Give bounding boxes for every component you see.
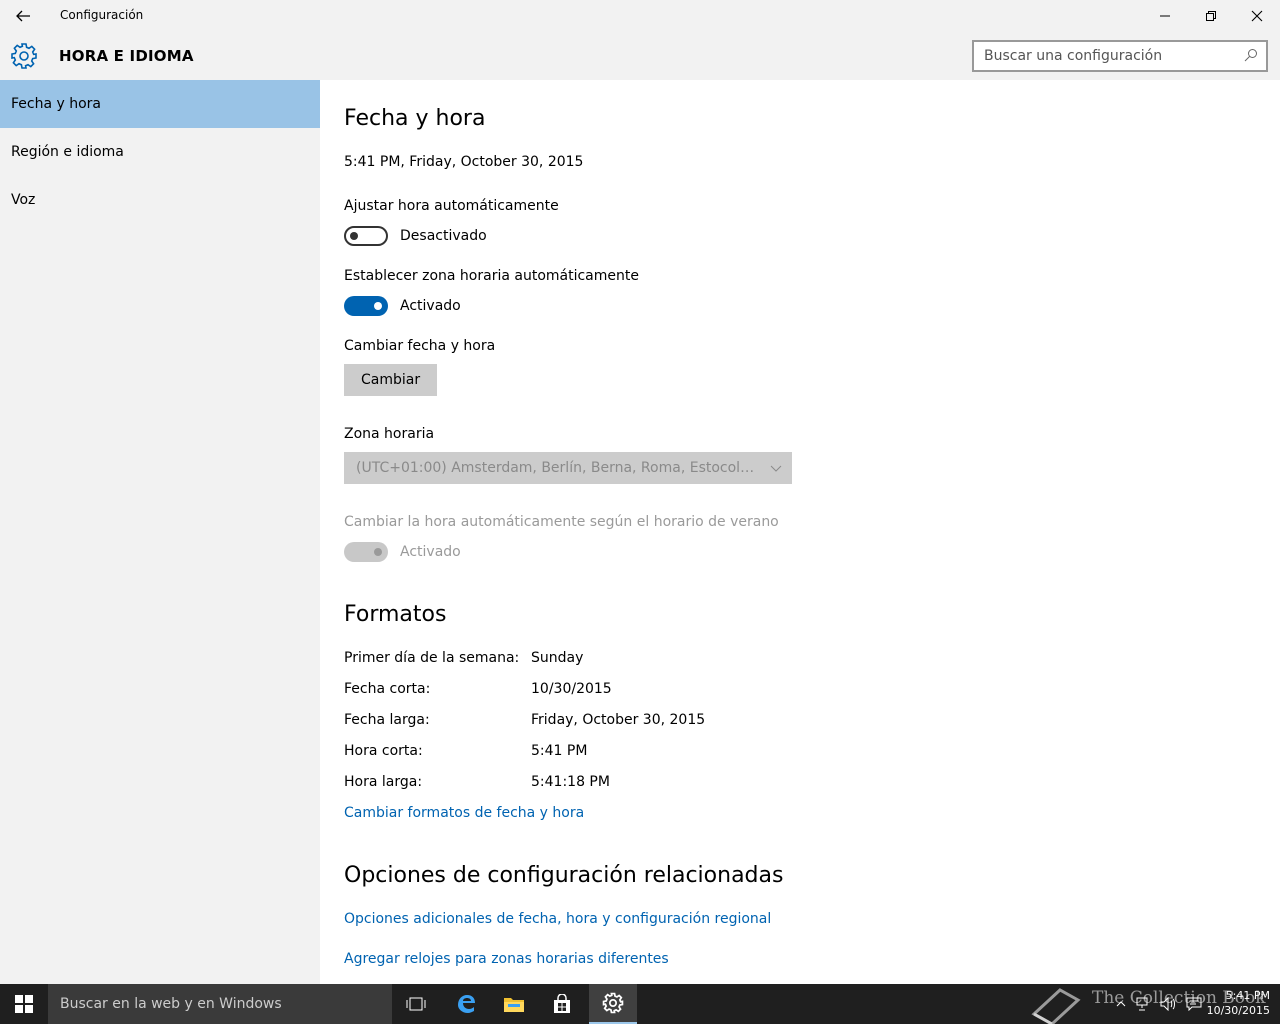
clock-time: 5:41 PM — [1225, 989, 1270, 1002]
change-datetime-button[interactable]: Cambiar — [344, 364, 438, 396]
close-button[interactable] — [1234, 0, 1280, 32]
back-button[interactable] — [0, 0, 46, 32]
taskbar-clock[interactable]: 5:41 PM 10/30/2015 — [1207, 988, 1270, 1018]
minimize-button[interactable] — [1142, 0, 1188, 32]
app-title: Configuración — [60, 8, 144, 22]
clock-date: 10/30/2015 — [1206, 1004, 1270, 1017]
dst-toggle — [344, 542, 388, 562]
action-center-button[interactable] — [1184, 984, 1204, 1024]
folder-icon — [504, 998, 524, 1012]
notification-icon — [1186, 997, 1202, 1011]
auto-time-toggle[interactable] — [344, 226, 388, 246]
edge-button[interactable] — [442, 984, 490, 1024]
auto-time-state: Desactivado — [400, 228, 487, 244]
change-datetime-label: Cambiar fecha y hora — [344, 338, 496, 354]
format-key: Primer día de la semana: — [344, 650, 520, 666]
format-value: 10/30/2015 — [531, 681, 612, 697]
restore-icon — [1206, 11, 1216, 21]
current-datetime: 5:41 PM, Friday, October 30, 2015 — [344, 154, 584, 170]
sidebar-item-label: Región e idioma — [11, 144, 124, 160]
start-button[interactable] — [0, 984, 48, 1024]
format-value: 5:41:18 PM — [531, 774, 610, 790]
toggle-knob — [350, 232, 358, 240]
volume-icon — [1160, 997, 1175, 1011]
search-input[interactable] — [974, 42, 1234, 70]
task-view-button[interactable] — [392, 984, 440, 1024]
main-content: Fecha y hora 5:41 PM, Friday, October 30… — [320, 80, 1280, 984]
sidebar-item-voz[interactable]: Voz — [0, 176, 320, 224]
gear-icon — [602, 992, 624, 1014]
sidebar-item-fecha-y-hora[interactable]: Fecha y hora — [0, 80, 320, 128]
sidebar: Fecha y hora Región e idioma Voz — [0, 80, 320, 984]
title-bar: Configuración — [0, 0, 1280, 32]
auto-timezone-label: Establecer zona horaria automáticamente — [344, 268, 639, 284]
search-icon[interactable] — [1244, 48, 1258, 62]
dst-state: Activado — [400, 544, 461, 560]
toggle-knob — [374, 302, 382, 310]
sidebar-item-label: Voz — [11, 192, 36, 208]
chevron-up-icon — [1116, 1001, 1126, 1007]
timezone-value: (UTC+01:00) Amsterdam, Berlín, Berna, Ro… — [356, 460, 760, 476]
file-explorer-button[interactable] — [490, 984, 538, 1024]
show-hidden-icons-button[interactable] — [1112, 984, 1130, 1024]
format-key: Fecha larga: — [344, 712, 430, 728]
store-icon — [554, 994, 570, 1013]
chevron-down-icon — [770, 465, 782, 472]
windows-logo-icon — [15, 995, 33, 1013]
format-value: 5:41 PM — [531, 743, 588, 759]
formats-title: Formatos — [344, 602, 447, 627]
close-icon — [1251, 10, 1263, 22]
timezone-label: Zona horaria — [344, 426, 435, 442]
dst-label: Cambiar la hora automáticamente según el… — [344, 514, 779, 530]
additional-regional-settings-link[interactable]: Opciones adicionales de fecha, hora y co… — [344, 911, 771, 927]
auto-time-label: Ajustar hora automáticamente — [344, 198, 559, 214]
timezone-dropdown[interactable]: (UTC+01:00) Amsterdam, Berlín, Berna, Ro… — [344, 452, 792, 484]
back-arrow-icon — [16, 10, 30, 22]
edge-icon — [458, 995, 475, 1013]
add-clocks-link[interactable]: Agregar relojes para zonas horarias dife… — [344, 951, 669, 967]
page-header: HORA E IDIOMA — [0, 32, 1280, 80]
format-key: Hora corta: — [344, 743, 423, 759]
format-key: Hora larga: — [344, 774, 423, 790]
gear-icon — [11, 43, 37, 69]
network-button[interactable] — [1134, 984, 1154, 1024]
format-key: Fecha corta: — [344, 681, 431, 697]
auto-timezone-state: Activado — [400, 298, 461, 314]
format-value: Friday, October 30, 2015 — [531, 712, 706, 728]
taskbar: Buscar en la web y en Windows The Collec… — [0, 984, 1280, 1024]
change-formats-link[interactable]: Cambiar formatos de fecha y hora — [344, 805, 584, 821]
section-title: HORA E IDIOMA — [59, 47, 194, 65]
minimize-icon — [1160, 15, 1170, 17]
sidebar-item-region-e-idioma[interactable]: Región e idioma — [0, 128, 320, 176]
related-title: Opciones de configuración relacionadas — [344, 863, 784, 888]
format-value: Sunday — [531, 650, 584, 666]
page-title: Fecha y hora — [344, 106, 486, 131]
toggle-knob — [374, 548, 382, 556]
taskbar-search[interactable]: Buscar en la web y en Windows — [48, 984, 392, 1024]
network-icon — [1136, 997, 1148, 1011]
book-logo-icon — [1031, 988, 1081, 1024]
sidebar-item-label: Fecha y hora — [11, 96, 102, 112]
task-view-icon — [406, 997, 426, 1011]
store-button[interactable] — [538, 984, 586, 1024]
volume-button[interactable] — [1158, 984, 1180, 1024]
settings-search[interactable] — [972, 40, 1268, 72]
restore-button[interactable] — [1188, 0, 1234, 32]
auto-timezone-toggle[interactable] — [344, 296, 388, 316]
settings-taskbar-button[interactable] — [589, 984, 637, 1024]
